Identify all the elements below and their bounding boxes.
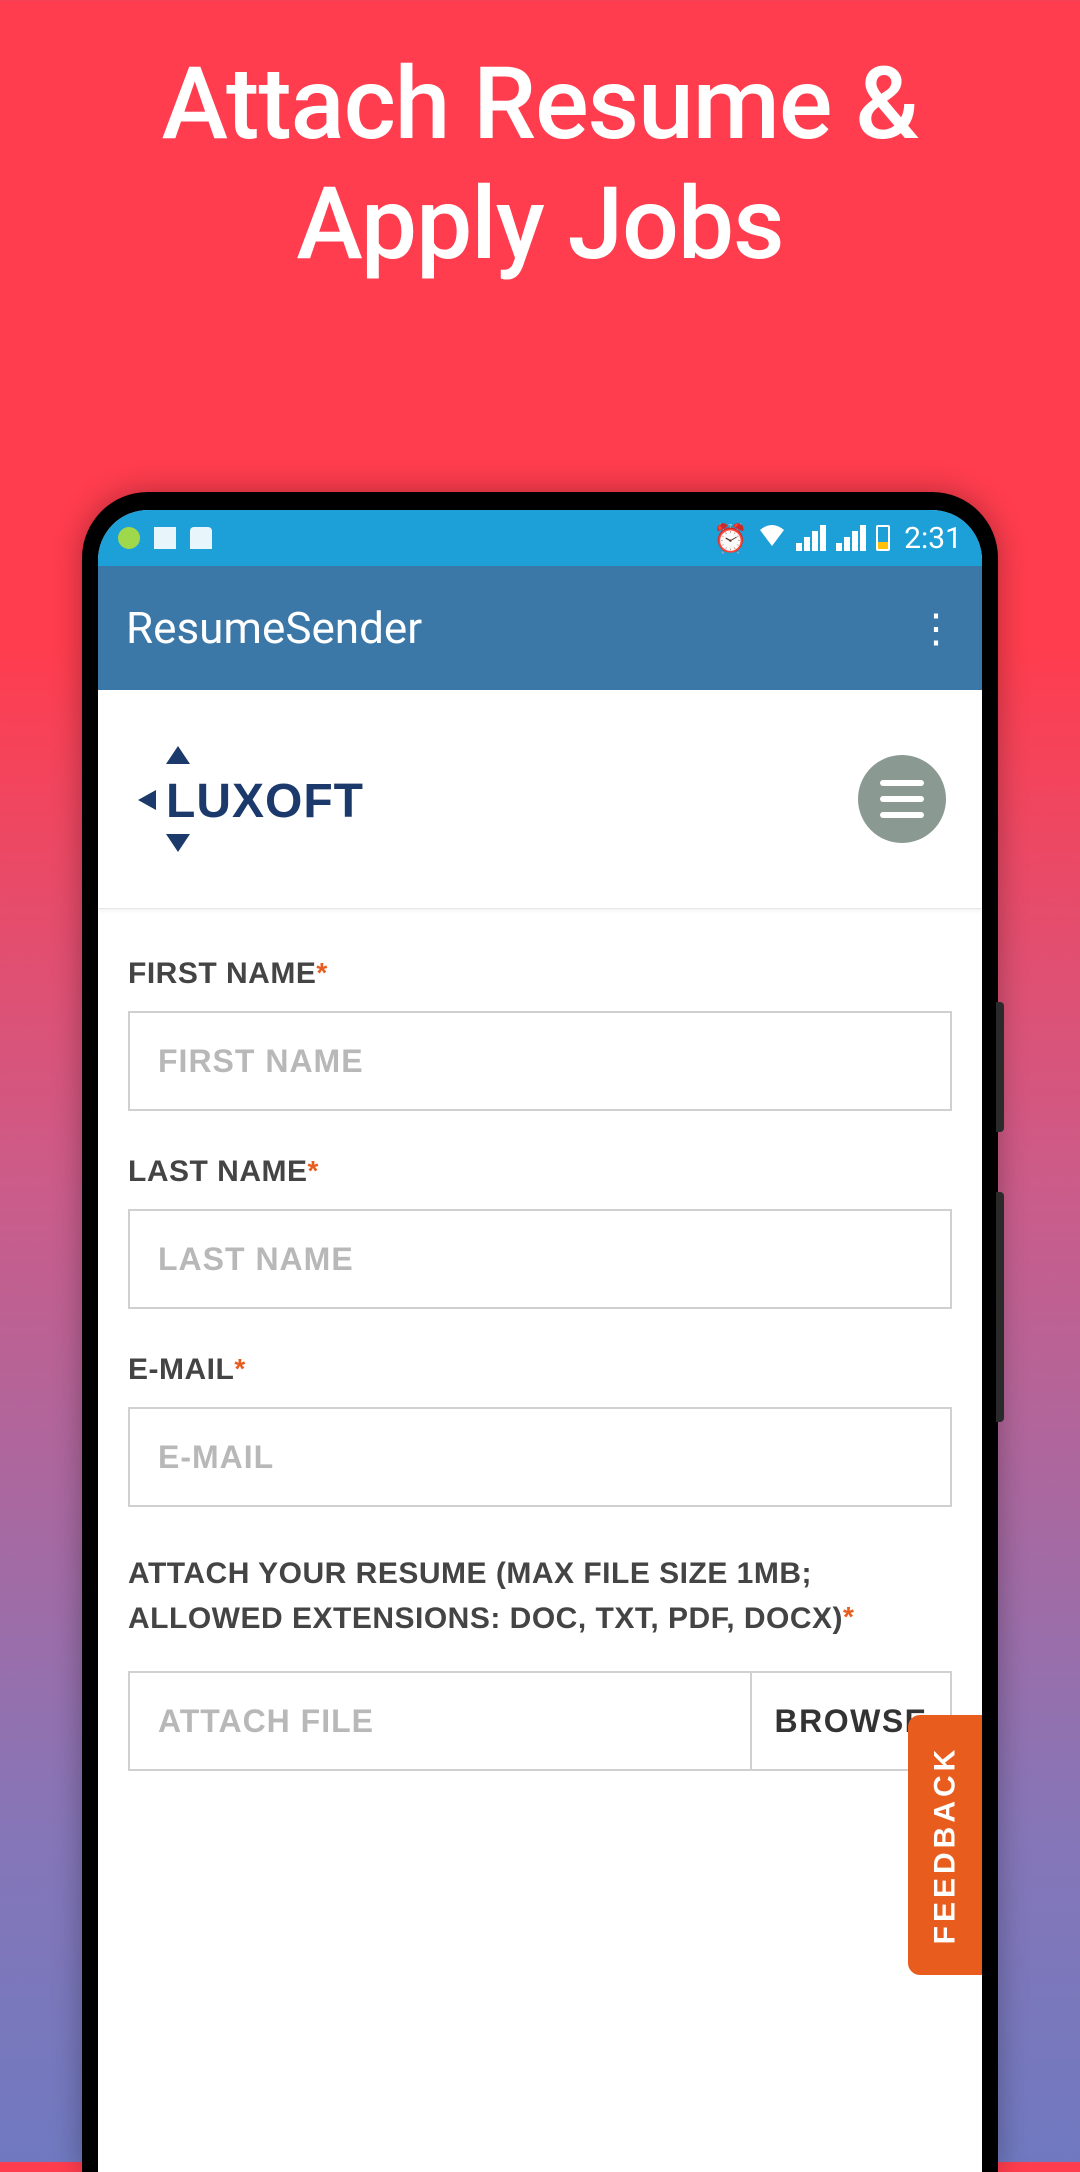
status-time: 2:31: [904, 521, 962, 556]
overflow-menu-icon[interactable]: ⋮: [916, 605, 954, 652]
email-field-group: E-MAIL*: [128, 1353, 952, 1507]
phone-screen: ⏰ 2:31 ResumeSender ⋮: [98, 510, 982, 2172]
app-title: ResumeSender: [126, 602, 422, 654]
phone-frame: ⏰ 2:31 ResumeSender ⋮: [82, 492, 998, 2172]
attach-label: ATTACH YOUR RESUME (MAX FILE SIZE 1MB; A…: [128, 1551, 952, 1641]
signal-icon: [796, 525, 826, 551]
status-bar: ⏰ 2:31: [98, 510, 982, 566]
phone-side-button: [996, 1002, 1004, 1132]
bugdroid-icon: [190, 527, 212, 549]
promo-title: Attach Resume & Apply Jobs: [0, 0, 1080, 285]
first-name-input[interactable]: [128, 1011, 952, 1111]
email-label: E-MAIL*: [128, 1353, 952, 1387]
last-name-label: LAST NAME*: [128, 1155, 952, 1189]
hamburger-menu-button[interactable]: [858, 755, 946, 843]
required-mark: *: [843, 1601, 854, 1632]
signal-icon: [836, 525, 866, 551]
feedback-label: FEEDBACK: [928, 1746, 962, 1945]
last-name-field-group: LAST NAME*: [128, 1155, 952, 1309]
feedback-tab[interactable]: FEEDBACK: [908, 1715, 982, 1975]
required-mark: *: [308, 1155, 319, 1186]
content-area: LUXOFT FIRST NAME*: [98, 690, 982, 2172]
first-name-label: FIRST NAME*: [128, 957, 952, 991]
last-name-input[interactable]: [128, 1209, 952, 1309]
required-mark: *: [316, 957, 327, 988]
image-icon: [154, 527, 176, 549]
svg-text:LUXOFT: LUXOFT: [166, 775, 364, 828]
notification-icon: [118, 527, 140, 549]
wifi-icon: [758, 523, 786, 553]
battery-icon: [876, 525, 890, 551]
brand-row: LUXOFT: [98, 690, 982, 909]
attach-file-display[interactable]: ATTACH FILE: [130, 1673, 750, 1769]
alarm-icon: ⏰: [713, 522, 748, 555]
phone-side-button: [996, 1192, 1004, 1422]
attach-field-group: ATTACH YOUR RESUME (MAX FILE SIZE 1MB; A…: [128, 1551, 952, 1771]
first-name-field-group: FIRST NAME*: [128, 957, 952, 1111]
luxoft-logo: LUXOFT: [126, 734, 386, 864]
email-input[interactable]: [128, 1407, 952, 1507]
application-form: FIRST NAME* LAST NAME* E-MAIL*: [98, 909, 982, 1771]
app-bar: ResumeSender ⋮: [98, 566, 982, 690]
required-mark: *: [234, 1353, 245, 1384]
